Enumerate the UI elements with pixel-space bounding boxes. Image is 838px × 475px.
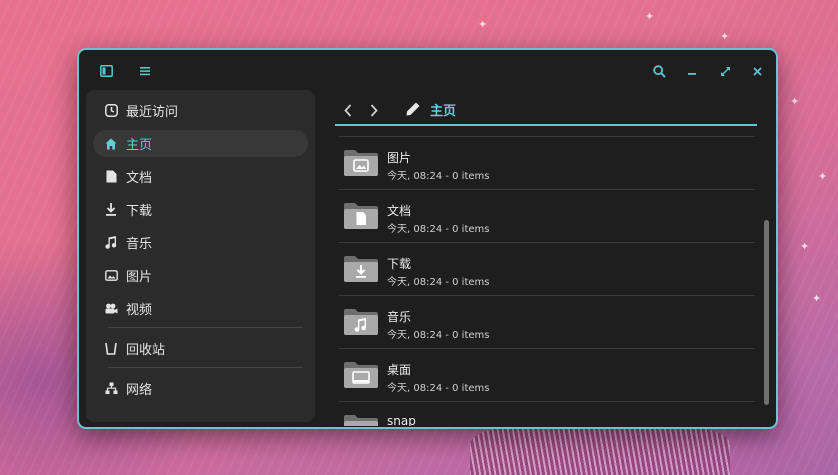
minimize-button[interactable] <box>681 60 703 82</box>
wallpaper-sparkle: ✦ <box>800 240 810 253</box>
download-icon <box>104 203 118 217</box>
file-meta: 今天, 08:24 - 0 items <box>387 224 490 235</box>
sidebar-item-downloads[interactable]: 下载 <box>93 196 308 223</box>
clock-icon <box>104 104 118 118</box>
row-divider <box>339 189 755 190</box>
wallpaper-sparkle: ✦ <box>790 95 800 108</box>
file-meta: 今天, 08:24 - 0 items <box>387 330 490 341</box>
row-divider <box>339 295 755 296</box>
file-meta: 今天, 08:24 - 0 items <box>387 171 490 182</box>
list-item-documents[interactable]: 文档 今天, 08:24 - 0 items <box>335 189 755 242</box>
list-item-downloads[interactable]: 下载 今天, 08:24 - 0 items <box>335 242 755 295</box>
wallpaper-sparkle: ✦ <box>645 10 655 23</box>
list-item-pictures[interactable]: 图片 今天, 08:24 - 0 items <box>335 136 755 189</box>
chevron-left-icon <box>344 103 352 117</box>
file-name: 文档 <box>387 204 412 218</box>
trash-icon <box>104 342 118 356</box>
wallpaper-sparkle: ✦ <box>812 292 822 305</box>
forward-button[interactable] <box>364 100 384 120</box>
hamburger-icon <box>140 67 150 76</box>
file-list: 图片 今天, 08:24 - 0 items 文档 今天, 08:24 - 0 … <box>335 128 757 426</box>
sidebar-item-label: 主页 <box>126 138 153 153</box>
sidebar-item-pictures[interactable]: 图片 <box>93 262 308 289</box>
maximize-button[interactable] <box>714 60 736 82</box>
list-item-desktop[interactable]: 桌面 今天, 08:24 - 0 items <box>335 348 755 401</box>
file-manager-window: 最近访问 主页 文档 下载 音乐 图片 视频 回收站 网络 主页 图片 今天, … <box>77 48 778 429</box>
file-name: snap <box>387 414 416 426</box>
video-icon <box>104 302 118 316</box>
folder-pictures-icon <box>344 150 378 176</box>
back-button[interactable] <box>338 100 358 120</box>
breadcrumb-home[interactable]: 主页 <box>430 100 456 119</box>
menu-button[interactable] <box>134 60 156 82</box>
sidebar-item-label: 视频 <box>126 303 153 318</box>
sidebar-toggle-button[interactable] <box>95 60 117 82</box>
wallpaper-sparkle: ✦ <box>478 18 488 31</box>
sidebar-divider <box>108 327 303 328</box>
sidebar-item-label: 最近访问 <box>126 105 179 120</box>
list-item-snap[interactable]: snap <box>335 401 755 426</box>
folder-icon <box>344 415 378 426</box>
picture-icon <box>104 269 118 283</box>
file-list-scrollbar[interactable] <box>764 220 769 405</box>
chevron-right-icon <box>370 103 378 117</box>
music-icon <box>104 236 118 250</box>
sidebar-item-label: 回收站 <box>126 343 166 358</box>
close-icon <box>752 66 762 76</box>
row-divider <box>339 242 755 243</box>
close-button[interactable] <box>746 60 768 82</box>
sidebar-item-label: 文档 <box>126 171 153 186</box>
sidebar-item-trash[interactable]: 回收站 <box>93 335 308 362</box>
sidebar-divider <box>108 367 303 368</box>
sidebar-item-label: 音乐 <box>126 237 153 252</box>
row-divider <box>339 348 755 349</box>
wallpaper-sparkle: ✦ <box>818 170 828 183</box>
search-icon <box>652 64 666 78</box>
path-bar-underline <box>335 124 757 126</box>
folder-download-icon <box>344 256 378 282</box>
sidebar: 最近访问 主页 文档 下载 音乐 图片 视频 回收站 网络 <box>86 90 315 422</box>
file-name: 桌面 <box>387 363 412 377</box>
file-name: 图片 <box>387 151 412 165</box>
row-divider <box>339 401 755 402</box>
sidebar-item-label: 网络 <box>126 383 153 398</box>
minimize-icon <box>688 73 696 75</box>
home-icon <box>104 137 118 151</box>
folder-music-icon <box>344 309 378 335</box>
list-item-music[interactable]: 音乐 今天, 08:24 - 0 items <box>335 295 755 348</box>
sidebar-item-recent[interactable]: 最近访问 <box>93 97 308 124</box>
maximize-icon <box>720 66 730 76</box>
sidebar-item-documents[interactable]: 文档 <box>93 163 308 190</box>
sidebar-item-label: 下载 <box>126 204 153 219</box>
pencil-icon[interactable] <box>406 101 422 117</box>
sidebar-item-videos[interactable]: 视频 <box>93 295 308 322</box>
row-divider <box>339 136 755 137</box>
sidebar-item-home[interactable]: 主页 <box>93 130 308 157</box>
document-icon <box>104 170 118 184</box>
wallpaper-sparkle: ✦ <box>720 30 730 43</box>
sidebar-item-network[interactable]: 网络 <box>93 375 308 402</box>
file-meta: 今天, 08:24 - 0 items <box>387 277 490 288</box>
sidebar-item-music[interactable]: 音乐 <box>93 229 308 256</box>
folder-documents-icon <box>344 203 378 229</box>
file-name: 音乐 <box>387 310 412 324</box>
folder-desktop-icon <box>344 362 378 388</box>
network-icon <box>104 382 118 396</box>
search-button[interactable] <box>648 60 670 82</box>
sidebar-item-label: 图片 <box>126 270 153 285</box>
sidebar-toggle-icon <box>99 65 113 77</box>
file-meta: 今天, 08:24 - 0 items <box>387 383 490 394</box>
file-name: 下载 <box>387 257 412 271</box>
